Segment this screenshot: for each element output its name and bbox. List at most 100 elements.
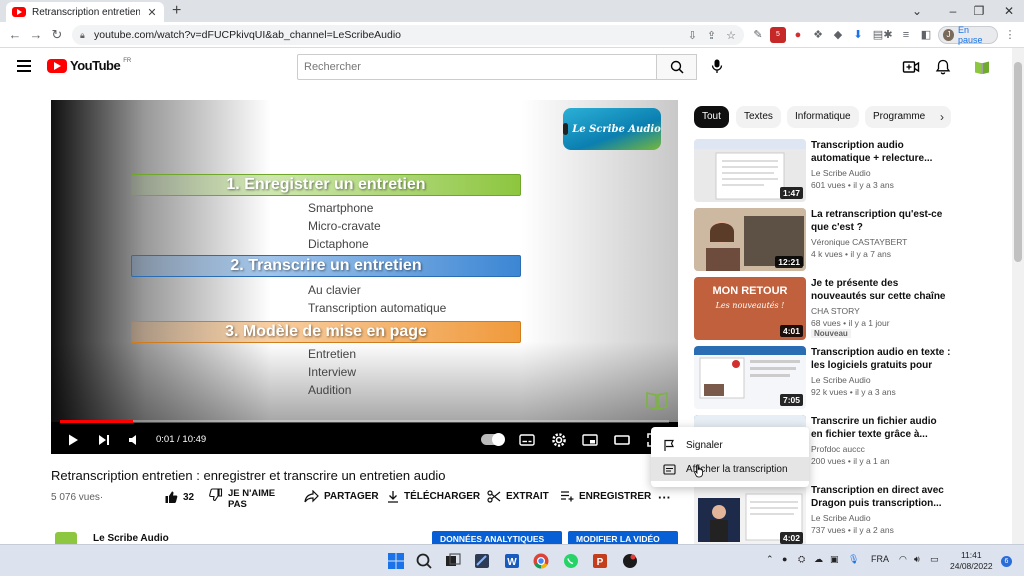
chip-programming[interactable]: Programme bbox=[865, 106, 951, 128]
progress-bar[interactable] bbox=[60, 420, 669, 423]
tab-search-icon[interactable]: ⌄ bbox=[900, 0, 934, 22]
battery-icon[interactable]: ▭ bbox=[930, 554, 939, 565]
theater-mode-icon[interactable] bbox=[613, 431, 631, 449]
app-icon[interactable] bbox=[472, 551, 492, 571]
share-icon[interactable]: ⇪ bbox=[707, 29, 716, 42]
whatsapp-icon[interactable] bbox=[561, 551, 581, 571]
save-button[interactable]: ENREGISTRER bbox=[560, 490, 651, 502]
back-icon[interactable]: ← bbox=[6, 26, 24, 44]
channel-name[interactable]: Profdoc auccc bbox=[811, 444, 865, 454]
channel-name[interactable]: Le Scribe Audio bbox=[93, 533, 169, 544]
subtitles-icon[interactable] bbox=[518, 431, 536, 449]
analytics-button[interactable]: DONNÉES ANALYTIQUES bbox=[432, 531, 562, 545]
recommendation-item[interactable]: 4:02 Transcription en direct avec Dragon… bbox=[694, 484, 954, 548]
address-bar[interactable]: 🔒︎ youtube.com/watch?v=dFUCPkivqUI&ab_ch… bbox=[72, 25, 744, 45]
recommendation-item[interactable]: 1:47 Transcription audio automatique + r… bbox=[694, 139, 954, 203]
task-view-icon[interactable] bbox=[443, 551, 463, 571]
more-vert-icon[interactable]: ⋮ bbox=[1002, 27, 1018, 43]
chip-all[interactable]: Tout bbox=[694, 106, 729, 128]
play-icon[interactable] bbox=[64, 431, 82, 449]
tray-app-icon[interactable]: ▣ bbox=[830, 554, 839, 565]
video-title[interactable]: Transcription audio automatique + relect… bbox=[811, 139, 951, 165]
video-title[interactable]: Je te présente des nouveautés sur cette … bbox=[811, 277, 951, 303]
browser-tab-youtube[interactable]: Retranscription entretien : enregistrer … bbox=[6, 2, 164, 22]
miniplayer-icon[interactable] bbox=[581, 431, 599, 449]
notification-badge[interactable]: 6 bbox=[1001, 556, 1012, 567]
page-scrollbar[interactable] bbox=[1012, 48, 1024, 544]
video-title[interactable]: Transcription en direct avec Dragon puis… bbox=[811, 484, 951, 510]
chip-computing[interactable]: Informatique bbox=[787, 106, 859, 128]
windows-start-icon[interactable] bbox=[386, 551, 406, 571]
chrome-icon[interactable] bbox=[531, 551, 551, 571]
video-thumbnail[interactable]: 7:05 bbox=[694, 346, 806, 409]
search-input[interactable] bbox=[298, 55, 656, 79]
menu-item-show-transcript[interactable]: Afficher la transcription bbox=[651, 457, 809, 481]
reload-icon[interactable]: ↻ bbox=[48, 26, 66, 44]
video-thumbnail[interactable]: 12:21 bbox=[694, 208, 806, 271]
channel-name[interactable]: Le Scribe Audio bbox=[811, 375, 871, 385]
dislike-button[interactable]: JE N'AIME PAS bbox=[209, 488, 278, 510]
tray-app-icon[interactable]: ● bbox=[782, 554, 787, 564]
menu-item-report[interactable]: Signaler bbox=[651, 433, 809, 457]
close-window-button[interactable]: ✕ bbox=[992, 0, 1024, 22]
like-button[interactable]: 32 bbox=[164, 490, 194, 504]
chip-texts[interactable]: Textes bbox=[736, 106, 781, 128]
bookmark-star-icon[interactable]: ☆ bbox=[726, 29, 736, 42]
video-thumbnail[interactable]: 1:47 bbox=[694, 139, 806, 202]
forward-icon[interactable]: → bbox=[27, 26, 45, 44]
video-thumbnail[interactable]: 4:02 bbox=[694, 484, 806, 547]
reading-list-icon[interactable]: ≡ bbox=[898, 27, 914, 43]
video-title[interactable]: Transcrire un fichier audio en fichier t… bbox=[811, 415, 951, 441]
notifications-bell-icon[interactable] bbox=[934, 58, 952, 76]
extension-icon[interactable]: ◆ bbox=[830, 27, 846, 43]
tab-close-icon[interactable]: ✕ bbox=[146, 6, 158, 19]
extension-badge-icon[interactable]: 5 bbox=[770, 27, 786, 43]
pen-extension-icon[interactable]: ✎ bbox=[750, 27, 766, 43]
microphone-icon[interactable]: 🎙︎ bbox=[848, 554, 859, 565]
video-title[interactable]: La retranscription qu'est-ce que c'est ? bbox=[811, 208, 951, 234]
create-video-icon[interactable] bbox=[902, 58, 920, 76]
chevron-right-icon[interactable]: › bbox=[940, 110, 944, 124]
show-hidden-icons[interactable]: ⌃ bbox=[766, 554, 774, 565]
tray-app-icon[interactable]: ⛭ bbox=[798, 554, 805, 565]
clock[interactable]: 11:41 24/08/2022 bbox=[950, 550, 993, 572]
volume-icon[interactable] bbox=[126, 431, 144, 449]
channel-avatar-book-icon[interactable] bbox=[973, 58, 991, 76]
microphone-icon[interactable] bbox=[709, 58, 725, 74]
clip-button[interactable]: EXTRAIT bbox=[487, 490, 549, 503]
recommendation-item[interactable]: 12:21 La retranscription qu'est-ce que c… bbox=[694, 208, 954, 272]
lock-icon[interactable]: 🔒︎ bbox=[80, 30, 94, 41]
video-title[interactable]: Transcription audio en texte : les logic… bbox=[811, 346, 951, 372]
extension-icon[interactable]: ❖ bbox=[810, 27, 826, 43]
channel-name[interactable]: Véronique CASTAYBERT bbox=[811, 237, 907, 247]
wifi-icon[interactable]: ◠ bbox=[899, 554, 907, 565]
channel-name[interactable]: CHA STORY bbox=[811, 306, 860, 316]
menu-icon[interactable] bbox=[17, 60, 31, 72]
word-icon[interactable]: W bbox=[502, 551, 522, 571]
download-button[interactable]: TÉLÉCHARGER bbox=[387, 490, 480, 503]
media-app-icon[interactable] bbox=[620, 551, 640, 571]
channel-name[interactable]: Le Scribe Audio bbox=[811, 168, 871, 178]
settings-gear-icon[interactable] bbox=[550, 431, 568, 449]
profile-chip[interactable]: J En pause bbox=[938, 25, 998, 45]
recommendation-item[interactable]: 7:05 Transcription audio en texte : les … bbox=[694, 346, 954, 410]
recommendation-item[interactable]: MON RETOUR Les nouveautés ! 4:01 Je te p… bbox=[694, 277, 954, 341]
edit-video-button[interactable]: MODIFIER LA VIDÉO bbox=[568, 531, 678, 545]
search-icon[interactable] bbox=[414, 551, 434, 571]
video-player[interactable]: Le Scribe Audio 1. Enregistrer un entret… bbox=[51, 100, 678, 454]
install-app-icon[interactable]: ⇩ bbox=[688, 29, 697, 42]
channel-name[interactable]: Le Scribe Audio bbox=[811, 513, 871, 523]
video-thumbnail[interactable]: MON RETOUR Les nouveautés ! 4:01 bbox=[694, 277, 806, 340]
share-button[interactable]: PARTAGER bbox=[304, 490, 379, 503]
autoplay-toggle[interactable] bbox=[481, 433, 505, 446]
puzzle-extensions-icon[interactable]: ✱ bbox=[880, 27, 896, 43]
scrollbar-thumb[interactable] bbox=[1014, 62, 1022, 262]
search-button[interactable] bbox=[656, 54, 697, 80]
record-extension-icon[interactable]: ● bbox=[790, 27, 806, 43]
powerpoint-icon[interactable]: P bbox=[590, 551, 610, 571]
more-actions-button[interactable]: ··· bbox=[658, 490, 671, 505]
download-extension-icon[interactable]: ⬇ bbox=[850, 27, 866, 43]
maximize-button[interactable]: ❐ bbox=[962, 0, 996, 22]
next-icon[interactable] bbox=[95, 431, 113, 449]
volume-icon[interactable]: 🔊︎ bbox=[914, 554, 920, 565]
